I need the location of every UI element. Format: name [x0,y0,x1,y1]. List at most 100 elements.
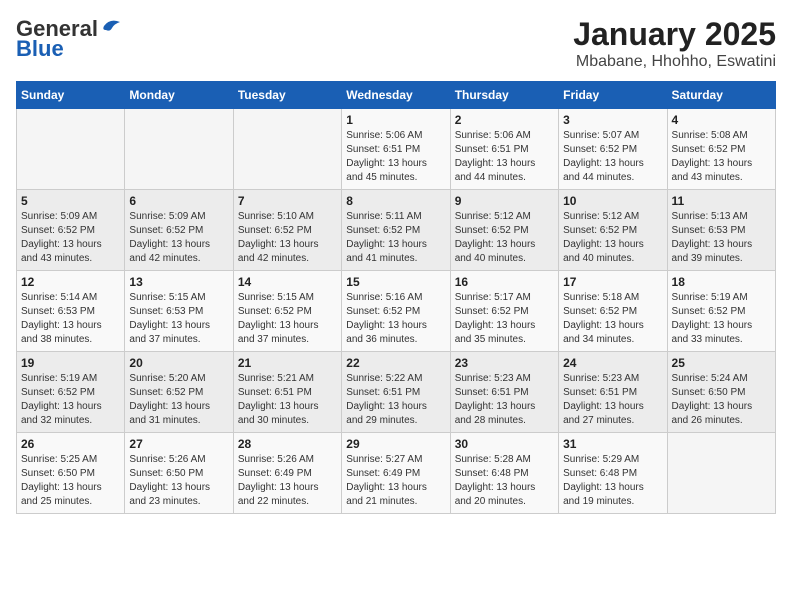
sunrise-time: Sunrise: 5:16 AM [346,292,422,303]
daylight-hours: Daylight: 13 hours and 43 minutes. [672,158,753,183]
col-wednesday: Wednesday [342,82,450,109]
table-row: 16 Sunrise: 5:17 AM Sunset: 6:52 PM Dayl… [450,271,558,352]
sunrise-time: Sunrise: 5:12 AM [455,211,531,222]
sunset-time: Sunset: 6:52 PM [455,225,529,236]
day-number: 31 [563,437,662,451]
table-row: 4 Sunrise: 5:08 AM Sunset: 6:52 PM Dayli… [667,109,775,190]
daylight-hours: Daylight: 13 hours and 34 minutes. [563,320,644,345]
day-info: Sunrise: 5:29 AM Sunset: 6:48 PM Dayligh… [563,453,662,509]
sunset-time: Sunset: 6:52 PM [563,306,637,317]
day-info: Sunrise: 5:14 AM Sunset: 6:53 PM Dayligh… [21,291,120,347]
daylight-hours: Daylight: 13 hours and 26 minutes. [672,401,753,426]
table-row: 13 Sunrise: 5:15 AM Sunset: 6:53 PM Dayl… [125,271,233,352]
day-info: Sunrise: 5:08 AM Sunset: 6:52 PM Dayligh… [672,129,771,185]
day-info: Sunrise: 5:24 AM Sunset: 6:50 PM Dayligh… [672,372,771,428]
sunrise-time: Sunrise: 5:15 AM [238,292,314,303]
day-info: Sunrise: 5:09 AM Sunset: 6:52 PM Dayligh… [21,210,120,266]
day-info: Sunrise: 5:17 AM Sunset: 6:52 PM Dayligh… [455,291,554,347]
day-info: Sunrise: 5:28 AM Sunset: 6:48 PM Dayligh… [455,453,554,509]
daylight-hours: Daylight: 13 hours and 23 minutes. [129,482,210,507]
sunrise-time: Sunrise: 5:21 AM [238,373,314,384]
day-number: 12 [21,275,120,289]
day-info: Sunrise: 5:06 AM Sunset: 6:51 PM Dayligh… [455,129,554,185]
sunset-time: Sunset: 6:49 PM [346,468,420,479]
sunset-time: Sunset: 6:50 PM [672,387,746,398]
sunrise-time: Sunrise: 5:08 AM [672,130,748,141]
daylight-hours: Daylight: 13 hours and 36 minutes. [346,320,427,345]
sunset-time: Sunset: 6:52 PM [672,306,746,317]
day-number: 9 [455,194,554,208]
table-row: 21 Sunrise: 5:21 AM Sunset: 6:51 PM Dayl… [233,352,341,433]
table-row: 12 Sunrise: 5:14 AM Sunset: 6:53 PM Dayl… [17,271,125,352]
sunset-time: Sunset: 6:52 PM [21,225,95,236]
sunset-time: Sunset: 6:51 PM [563,387,637,398]
calendar-week-2: 5 Sunrise: 5:09 AM Sunset: 6:52 PM Dayli… [17,190,776,271]
day-info: Sunrise: 5:09 AM Sunset: 6:52 PM Dayligh… [129,210,228,266]
title-block: January 2025 Mbabane, Hhohho, Eswatini [573,16,776,71]
day-number: 14 [238,275,337,289]
col-saturday: Saturday [667,82,775,109]
sunset-time: Sunset: 6:51 PM [455,387,529,398]
sunset-time: Sunset: 6:52 PM [455,306,529,317]
table-row: 27 Sunrise: 5:26 AM Sunset: 6:50 PM Dayl… [125,433,233,514]
sunrise-time: Sunrise: 5:13 AM [672,211,748,222]
calendar-week-4: 19 Sunrise: 5:19 AM Sunset: 6:52 PM Dayl… [17,352,776,433]
day-number: 29 [346,437,445,451]
sunset-time: Sunset: 6:52 PM [238,225,312,236]
day-info: Sunrise: 5:26 AM Sunset: 6:49 PM Dayligh… [238,453,337,509]
sunset-time: Sunset: 6:50 PM [129,468,203,479]
day-number: 21 [238,356,337,370]
sunrise-time: Sunrise: 5:29 AM [563,454,639,465]
day-info: Sunrise: 5:16 AM Sunset: 6:52 PM Dayligh… [346,291,445,347]
col-monday: Monday [125,82,233,109]
daylight-hours: Daylight: 13 hours and 35 minutes. [455,320,536,345]
day-info: Sunrise: 5:11 AM Sunset: 6:52 PM Dayligh… [346,210,445,266]
table-row: 8 Sunrise: 5:11 AM Sunset: 6:52 PM Dayli… [342,190,450,271]
daylight-hours: Daylight: 13 hours and 20 minutes. [455,482,536,507]
page-header: General Blue January 2025 Mbabane, Hhohh… [16,16,776,71]
day-info: Sunrise: 5:25 AM Sunset: 6:50 PM Dayligh… [21,453,120,509]
day-number: 25 [672,356,771,370]
day-number: 3 [563,113,662,127]
sunset-time: Sunset: 6:51 PM [455,144,529,155]
sunrise-time: Sunrise: 5:11 AM [346,211,421,222]
table-row: 7 Sunrise: 5:10 AM Sunset: 6:52 PM Dayli… [233,190,341,271]
day-number: 7 [238,194,337,208]
sunset-time: Sunset: 6:51 PM [238,387,312,398]
sunset-time: Sunset: 6:51 PM [346,144,420,155]
sunset-time: Sunset: 6:50 PM [21,468,95,479]
day-info: Sunrise: 5:07 AM Sunset: 6:52 PM Dayligh… [563,129,662,185]
day-number: 22 [346,356,445,370]
day-info: Sunrise: 5:19 AM Sunset: 6:52 PM Dayligh… [672,291,771,347]
table-row: 28 Sunrise: 5:26 AM Sunset: 6:49 PM Dayl… [233,433,341,514]
day-number: 19 [21,356,120,370]
table-row: 10 Sunrise: 5:12 AM Sunset: 6:52 PM Dayl… [559,190,667,271]
sunrise-time: Sunrise: 5:19 AM [672,292,748,303]
day-number: 1 [346,113,445,127]
day-number: 27 [129,437,228,451]
table-row: 9 Sunrise: 5:12 AM Sunset: 6:52 PM Dayli… [450,190,558,271]
day-info: Sunrise: 5:12 AM Sunset: 6:52 PM Dayligh… [455,210,554,266]
sunset-time: Sunset: 6:52 PM [238,306,312,317]
sunrise-time: Sunrise: 5:19 AM [21,373,97,384]
daylight-hours: Daylight: 13 hours and 32 minutes. [21,401,102,426]
table-row: 6 Sunrise: 5:09 AM Sunset: 6:52 PM Dayli… [125,190,233,271]
day-number: 28 [238,437,337,451]
day-number: 2 [455,113,554,127]
day-info: Sunrise: 5:23 AM Sunset: 6:51 PM Dayligh… [563,372,662,428]
sunset-time: Sunset: 6:52 PM [21,387,95,398]
day-info: Sunrise: 5:13 AM Sunset: 6:53 PM Dayligh… [672,210,771,266]
daylight-hours: Daylight: 13 hours and 31 minutes. [129,401,210,426]
sunrise-time: Sunrise: 5:20 AM [129,373,205,384]
logo: General Blue [16,16,122,62]
table-row: 11 Sunrise: 5:13 AM Sunset: 6:53 PM Dayl… [667,190,775,271]
daylight-hours: Daylight: 13 hours and 39 minutes. [672,239,753,264]
col-tuesday: Tuesday [233,82,341,109]
sunset-time: Sunset: 6:48 PM [455,468,529,479]
calendar-week-1: 1 Sunrise: 5:06 AM Sunset: 6:51 PM Dayli… [17,109,776,190]
sunrise-time: Sunrise: 5:17 AM [455,292,531,303]
sunset-time: Sunset: 6:49 PM [238,468,312,479]
daylight-hours: Daylight: 13 hours and 44 minutes. [563,158,644,183]
sunrise-time: Sunrise: 5:06 AM [455,130,531,141]
day-number: 10 [563,194,662,208]
